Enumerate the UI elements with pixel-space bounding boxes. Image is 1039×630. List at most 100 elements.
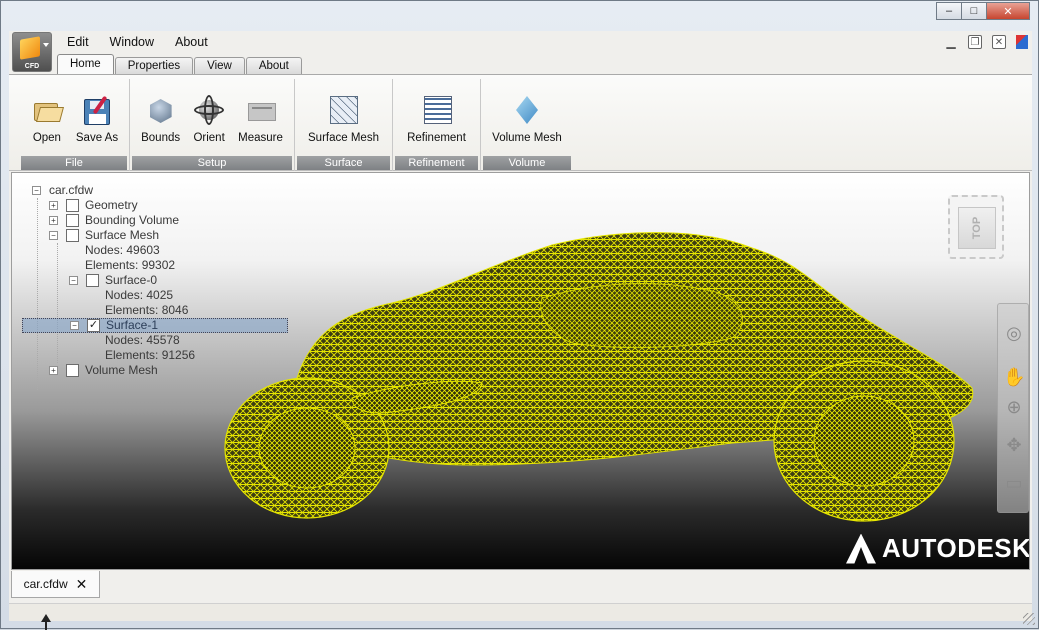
close-button[interactable]: ✕ xyxy=(986,2,1030,20)
surface-0-nodes: Nodes: 4025 xyxy=(105,288,174,302)
tab-view[interactable]: View xyxy=(194,57,245,74)
doc-minimize-button[interactable]: ▁ xyxy=(944,35,958,49)
orient-label: Orient xyxy=(193,132,225,144)
app-button-label: CFD xyxy=(24,63,40,70)
expand-icon[interactable]: + xyxy=(49,366,58,375)
surface-mesh-button[interactable]: Surface Mesh xyxy=(304,93,383,144)
ribbon-group-setup: Bounds Orient Measure Setup xyxy=(130,79,295,171)
group-label-setup: Setup xyxy=(132,156,292,170)
doc-tab-label: car.cfdw xyxy=(23,577,68,591)
tree-label-surface-0: Surface-0 xyxy=(105,273,158,287)
minimize-button[interactable]: – xyxy=(936,2,962,20)
pan-hand-icon[interactable]: ✋ xyxy=(1003,366,1025,388)
measure-icon xyxy=(244,93,278,127)
tree-node-surface-1[interactable]: − ✓ Surface-1 xyxy=(22,318,288,333)
save-as-button[interactable]: Save As xyxy=(72,93,122,144)
tab-home[interactable]: Home xyxy=(57,54,114,74)
group-label-surface: Surface xyxy=(297,156,390,170)
document-controls: ▁ ❐ ✕ xyxy=(944,35,1028,49)
autodesk-logo: AUTODESK. xyxy=(846,533,1029,564)
navigation-bar: ◎ ✋ ⊕ ✥ ▭ xyxy=(997,303,1029,513)
tree-node-geometry[interactable]: + Geometry xyxy=(49,198,138,213)
open-label: Open xyxy=(32,132,61,144)
open-button[interactable]: Open xyxy=(26,93,68,144)
tree-node-surface-mesh[interactable]: − Surface Mesh xyxy=(49,228,159,243)
group-label-volume: Volume xyxy=(483,156,571,170)
checkbox-bounding-volume[interactable] xyxy=(66,214,79,227)
expand-icon[interactable]: + xyxy=(49,216,58,225)
bounds-button[interactable]: Bounds xyxy=(137,93,184,144)
checkbox-surface-1[interactable]: ✓ xyxy=(87,319,100,332)
dropdown-arrow-icon xyxy=(43,43,49,47)
ribbon-group-file: Open Save As File xyxy=(19,79,130,171)
app-area: CFD Edit Window About ▁ ❐ ✕ Home Propert… xyxy=(9,31,1032,621)
surface-mesh-label: Surface Mesh xyxy=(308,132,379,144)
steering-wheel-icon[interactable]: ◎ xyxy=(1003,322,1025,344)
view-cube-face[interactable]: TOP xyxy=(958,207,996,249)
checkbox-surface-mesh[interactable] xyxy=(66,229,79,242)
collapse-icon[interactable]: − xyxy=(32,186,41,195)
checkbox-surface-0[interactable] xyxy=(86,274,99,287)
menu-edit[interactable]: Edit xyxy=(67,35,89,49)
menu-window[interactable]: Window xyxy=(110,35,154,49)
doc-tab-car[interactable]: car.cfdw ✕ xyxy=(11,571,100,598)
tree-info-elements: Elements: 91256 xyxy=(105,348,195,363)
resize-grip[interactable] xyxy=(1023,613,1035,625)
app-menu-button[interactable]: CFD xyxy=(12,32,52,72)
car-mesh-render xyxy=(224,232,974,522)
document-tab-bar: car.cfdw ✕ xyxy=(9,571,1032,601)
help-icon[interactable] xyxy=(1016,35,1028,49)
tree-node-surface-0[interactable]: − Surface-0 xyxy=(69,273,157,288)
tree-label-volume-mesh: Volume Mesh xyxy=(85,363,158,377)
ribbon-group-volume: Volume Mesh Volume xyxy=(481,79,573,171)
tree-info-elements: Elements: 8046 xyxy=(105,303,188,318)
car-cockpit-mesh xyxy=(540,283,743,349)
orient-button[interactable]: Orient xyxy=(188,93,230,144)
refinement-icon xyxy=(420,93,454,127)
checkbox-volume-mesh[interactable] xyxy=(66,364,79,377)
maximize-button[interactable]: □ xyxy=(961,2,987,20)
menu-about[interactable]: About xyxy=(175,35,208,49)
volume-mesh-button[interactable]: Volume Mesh xyxy=(488,93,566,144)
bounds-label: Bounds xyxy=(141,132,181,144)
ribbon-group-refinement: Refinement Refinement xyxy=(393,79,481,171)
surface-mesh-elements: Elements: 99302 xyxy=(85,258,176,272)
3d-viewport[interactable]: − car.cfdw + Geometry + Bounding Volume … xyxy=(11,172,1030,570)
view-cube-label: TOP xyxy=(970,216,983,240)
ribbon-group-surface: Surface Mesh Surface xyxy=(295,79,393,171)
surface-0-elements: Elements: 8046 xyxy=(105,303,189,317)
tab-properties[interactable]: Properties xyxy=(114,57,194,74)
show-motion-icon[interactable]: ▭ xyxy=(1003,472,1025,494)
tree-label-bounding-volume: Bounding Volume xyxy=(85,213,180,227)
measure-button[interactable]: Measure xyxy=(234,93,287,144)
zoom-icon[interactable]: ⊕ xyxy=(1003,396,1025,418)
tree-node-root[interactable]: − car.cfdw xyxy=(32,183,93,198)
collapse-icon[interactable]: − xyxy=(70,321,79,330)
surface-1-nodes: Nodes: 45578 xyxy=(105,333,180,347)
view-cube[interactable]: TOP xyxy=(948,195,1004,259)
volume-mesh-icon xyxy=(510,93,544,127)
tree-node-bounding-volume[interactable]: + Bounding Volume xyxy=(49,213,179,228)
app-cube-icon xyxy=(20,36,40,60)
orbit-icon[interactable]: ✥ xyxy=(1003,434,1025,456)
refinement-button[interactable]: Refinement xyxy=(403,93,470,144)
folder-open-icon xyxy=(30,93,64,127)
collapse-icon[interactable]: − xyxy=(69,276,78,285)
tab-about[interactable]: About xyxy=(245,57,302,74)
save-as-label: Save As xyxy=(75,132,119,144)
close-tab-icon[interactable]: ✕ xyxy=(76,576,88,593)
doc-close-button[interactable]: ✕ xyxy=(992,35,1006,49)
refinement-label: Refinement xyxy=(407,132,466,144)
tree-info-elements: Elements: 99302 xyxy=(85,258,175,273)
application-window: – □ ✕ CFD Edit Window About ▁ ❐ ✕ Home P… xyxy=(0,0,1039,630)
expand-icon[interactable]: + xyxy=(49,201,58,210)
checkbox-geometry[interactable] xyxy=(66,199,79,212)
mouse-cursor-icon xyxy=(41,614,51,630)
tree-label-geometry: Geometry xyxy=(85,198,138,212)
tree-node-volume-mesh[interactable]: + Volume Mesh xyxy=(49,363,158,378)
surface-mesh-nodes: Nodes: 49603 xyxy=(85,243,160,257)
doc-restore-button[interactable]: ❐ xyxy=(968,35,982,49)
tree-root-label: car.cfdw xyxy=(49,183,94,197)
bounds-icon xyxy=(144,93,178,127)
collapse-icon[interactable]: − xyxy=(49,231,58,240)
